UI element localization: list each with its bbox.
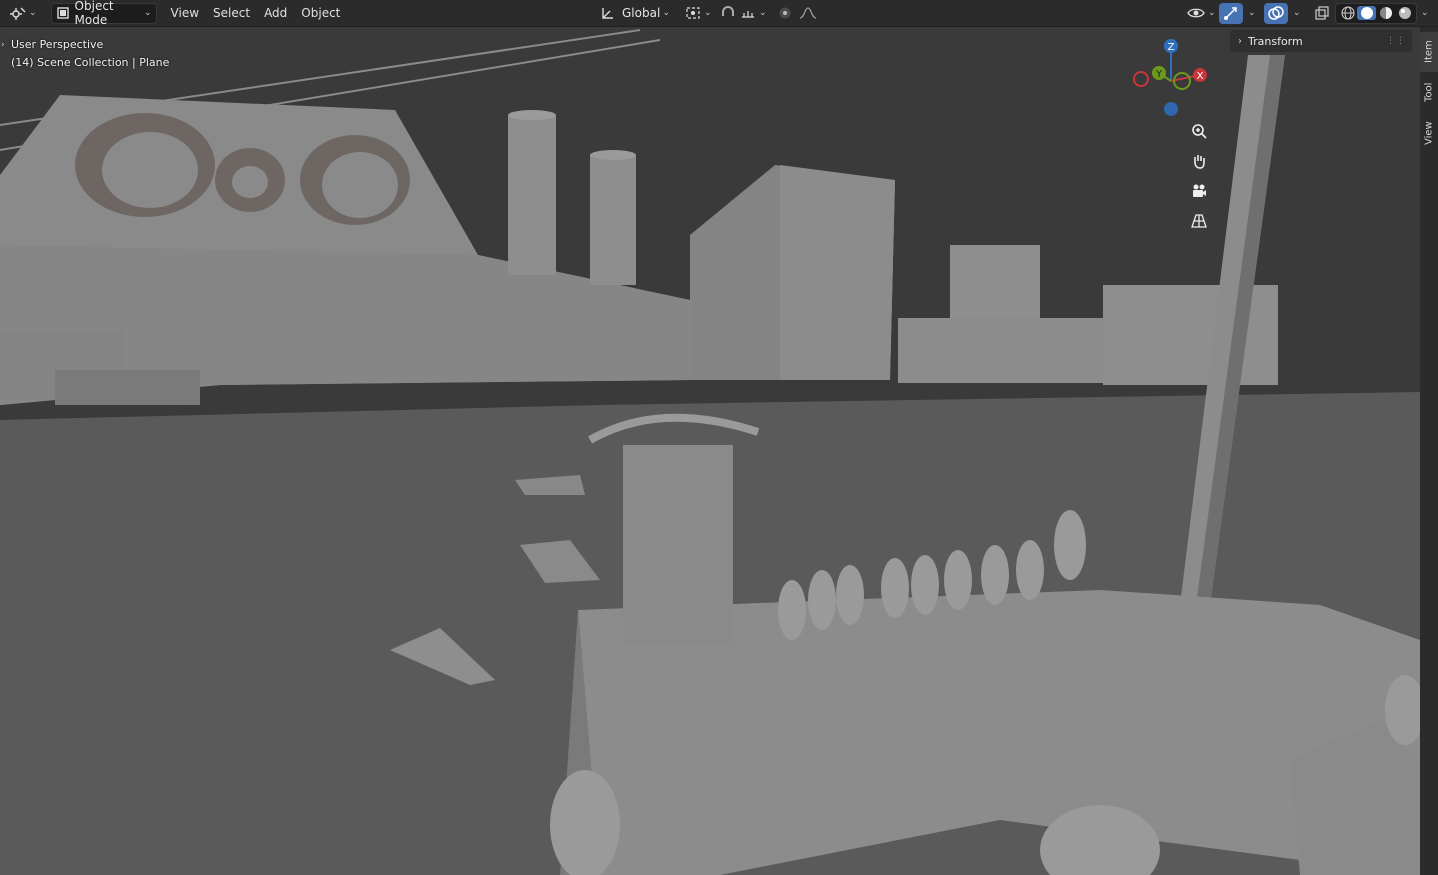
- viewport-info: User Perspective (14) Scene Collection |…: [11, 36, 169, 72]
- sidebar-tabs: Item Tool View: [1420, 27, 1438, 875]
- menu-view[interactable]: View: [171, 6, 199, 20]
- mode-label: Object Mode: [74, 0, 114, 27]
- zoom-button[interactable]: [1186, 118, 1212, 144]
- collection-label: (14) Scene Collection | Plane: [11, 56, 170, 69]
- perspective-toggle-button[interactable]: [1186, 208, 1212, 234]
- tab-view[interactable]: View: [1420, 113, 1438, 153]
- object-mode-icon: [56, 6, 70, 20]
- xray-toggle[interactable]: [1310, 3, 1334, 24]
- chevron-down-icon: ⌄: [662, 8, 670, 18]
- gizmo-icon: [1223, 6, 1239, 20]
- chevron-down-icon: ⌄: [29, 8, 37, 18]
- shading-modes: [1335, 2, 1417, 24]
- camera-view-button[interactable]: [1186, 178, 1212, 204]
- gizmo-toggle[interactable]: [1219, 2, 1243, 24]
- zoom-icon: [1191, 123, 1207, 139]
- proportional-edit-icon: [778, 6, 792, 20]
- y-label: Y: [1155, 69, 1163, 80]
- eye-icon: [1187, 6, 1205, 20]
- wireframe-shading-icon[interactable]: [1338, 6, 1357, 20]
- navigation-gizmo[interactable]: Z X Y: [1126, 37, 1216, 121]
- mode-dropdown[interactable]: Object Mode ⌄: [50, 0, 157, 27]
- proportional-edit-toggle[interactable]: [774, 3, 796, 24]
- chevron-down-icon: ⌄: [1421, 8, 1429, 18]
- viewport-header: ⌄ Object Mode ⌄ View Select Add Object G…: [0, 0, 1438, 27]
- drag-handle-icon[interactable]: ⋮⋮: [1386, 36, 1406, 46]
- menu-object[interactable]: Object: [301, 6, 340, 20]
- chevron-right-icon[interactable]: ›: [1, 40, 5, 50]
- chevron-down-icon: ⌄: [704, 8, 712, 18]
- menu-select[interactable]: Select: [213, 6, 250, 20]
- xray-icon: [1314, 6, 1330, 20]
- chevron-right-icon: ›: [1238, 35, 1242, 47]
- editor-type-icon: [10, 6, 26, 20]
- tab-tool[interactable]: Tool: [1420, 75, 1438, 109]
- orientation-label: Global: [622, 6, 661, 20]
- transform-panel-header[interactable]: › Transform ⋮⋮: [1230, 30, 1412, 52]
- overlay-dropdown[interactable]: ⌄: [1286, 3, 1305, 24]
- transform-orientation-icon: [600, 6, 616, 20]
- menu-add[interactable]: Add: [264, 6, 287, 20]
- rendered-shading-icon[interactable]: [1395, 6, 1414, 20]
- material-preview-icon[interactable]: [1376, 6, 1395, 20]
- perspective-label: User Perspective: [11, 38, 104, 51]
- transform-panel-title: Transform: [1248, 34, 1303, 48]
- falloff-curve-icon: [799, 6, 817, 20]
- visibility-dropdown[interactable]: ⌄: [1183, 3, 1220, 24]
- pan-button[interactable]: [1186, 148, 1212, 174]
- pivot-point-icon: [685, 6, 701, 20]
- snap-icon: [720, 6, 736, 20]
- chevron-down-icon: ⌄: [1248, 8, 1256, 18]
- chevron-down-icon: ⌄: [144, 8, 152, 18]
- x-label: X: [1197, 71, 1204, 82]
- falloff-button[interactable]: [795, 3, 821, 24]
- snap-increment-icon: [740, 6, 756, 20]
- overlay-toggle[interactable]: [1264, 2, 1288, 24]
- snap-target-button[interactable]: ⌄: [736, 3, 771, 24]
- z-label: Z: [1168, 42, 1175, 53]
- solid-shading-icon[interactable]: [1357, 6, 1376, 20]
- shading-dropdown[interactable]: ⌄: [1414, 3, 1433, 24]
- orientation-dropdown[interactable]: Global ⌄: [596, 3, 674, 24]
- chevron-down-icon: ⌄: [759, 8, 767, 18]
- pivot-point-button[interactable]: ⌄: [681, 3, 716, 24]
- grid-perspective-icon: [1191, 213, 1207, 229]
- 3d-viewport[interactable]: User Perspective (14) Scene Collection |…: [0, 27, 1420, 875]
- editor-type-button[interactable]: ⌄: [6, 3, 41, 24]
- hand-pan-icon: [1191, 153, 1207, 169]
- tab-item[interactable]: Item: [1420, 32, 1438, 72]
- camera-icon: [1191, 183, 1207, 199]
- chevron-down-icon: ⌄: [1293, 8, 1301, 18]
- chevron-down-icon: ⌄: [1208, 8, 1216, 18]
- overlay-icon: [1268, 6, 1284, 20]
- gizmo-dropdown[interactable]: ⌄: [1241, 3, 1260, 24]
